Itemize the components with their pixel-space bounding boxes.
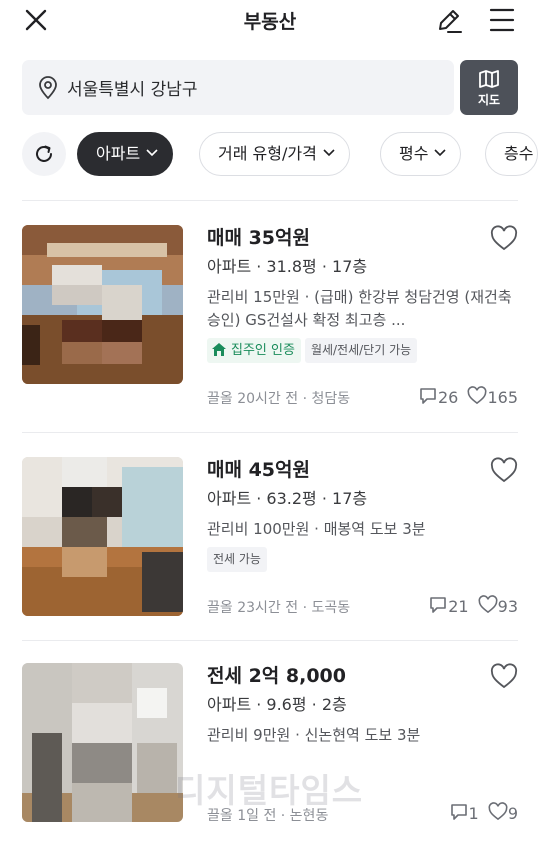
- listing-spec: 아파트 · 31.8평 · 17층: [207, 257, 368, 276]
- map-icon: [479, 70, 499, 88]
- divider: [22, 200, 518, 201]
- owner-verified-badge: 집주인 인증: [207, 338, 301, 363]
- listing-info: 매매 35억원 아파트 · 31.8평 · 17층 관리비 15만원 · (급매…: [207, 225, 518, 364]
- like-count: 165: [487, 388, 518, 407]
- chat-icon: [420, 388, 436, 404]
- chat-count: 1: [468, 804, 479, 823]
- divider: [22, 432, 518, 433]
- home-icon: [212, 343, 226, 356]
- listing-spec: 아파트 · 9.6평 · 2층: [207, 695, 347, 714]
- map-button-label: 지도: [477, 93, 501, 107]
- listing-description: 관리비 15만원 · (급매) 한강뷰 청담건영 (재건축승인) GS건설사 확…: [207, 288, 512, 329]
- chevron-down-icon: [146, 149, 158, 157]
- filter-chip-apartment[interactable]: 아파트: [77, 132, 174, 176]
- listing-item[interactable]: 매매 35억원 아파트 · 31.8평 · 17층 관리비 15만원 · (급매…: [22, 225, 518, 415]
- listing-photo: [22, 457, 183, 616]
- listing-meta: 끌올 23시간 전 · 도곡동: [207, 600, 351, 616]
- listing-description: 관리비 100만원 · 매봉역 도보 3분: [207, 520, 426, 538]
- filter-chip-label: 아파트: [96, 144, 141, 163]
- filter-chip-label: 거래 유형/가격: [218, 144, 317, 163]
- filter-bar: 아파트 거래 유형/가격 평수 층수: [22, 132, 540, 176]
- listing-counts: 26 165: [418, 386, 518, 407]
- heart-icon[interactable]: [490, 457, 518, 485]
- listing-info: 전세 2억 8,000 아파트 · 9.6평 · 2층 관리비 9만원 · 신논…: [207, 663, 518, 747]
- listing-tag: 월세/전세/단기 가능: [304, 338, 418, 363]
- top-bar: 부동산: [0, 0, 540, 46]
- chevron-down-icon: [434, 149, 447, 157]
- divider: [22, 640, 518, 641]
- listing-photo: [22, 663, 183, 822]
- reset-filter-button[interactable]: [22, 132, 66, 176]
- listing-price: 매매 35억원: [207, 227, 310, 249]
- chat-icon: [450, 804, 467, 820]
- listing-price: 전세 2억 8,000: [207, 665, 346, 687]
- search-row: 서울특별시 강남구 지도: [22, 60, 518, 115]
- listing-price: 매매 45억원: [207, 459, 310, 481]
- location-search-field[interactable]: 서울특별시 강남구: [22, 60, 454, 115]
- listing-item[interactable]: 매매 45억원 아파트 · 63.2평 · 17층 관리비 100만원 · 매봉…: [22, 457, 518, 622]
- listing-counts: 1 9: [449, 802, 518, 823]
- filter-chip-floor[interactable]: 층수: [485, 132, 539, 176]
- heart-icon: [468, 386, 487, 405]
- listing-meta: 끌올 20시간 전 · 청담동: [207, 391, 351, 407]
- filter-chip-area[interactable]: 평수: [380, 132, 462, 176]
- location-value: 서울특별시 강남구: [67, 80, 198, 100]
- watermark-text: 디지털타임스: [175, 771, 364, 810]
- filter-chip-label: 평수: [399, 144, 429, 163]
- hamburger-menu-icon[interactable]: [488, 6, 516, 34]
- heart-icon: [488, 802, 508, 821]
- listing-tags: 집주인 인증 월세/전세/단기 가능: [207, 338, 518, 364]
- listing-description: 관리비 9만원 · 신논현역 도보 3분: [207, 726, 421, 744]
- like-count: 9: [507, 804, 518, 823]
- tag-label: 집주인 인증: [231, 343, 295, 358]
- like-count: 93: [497, 597, 518, 616]
- chat-icon: [430, 597, 446, 613]
- listing-info: 매매 45억원 아파트 · 63.2평 · 17층 관리비 100만원 · 매봉…: [207, 457, 518, 573]
- chat-count: 21: [448, 597, 469, 616]
- pencil-icon[interactable]: [434, 5, 464, 35]
- heart-icon: [478, 595, 498, 614]
- heart-icon[interactable]: [490, 663, 518, 691]
- location-pin-icon: [39, 76, 57, 100]
- listing-counts: 21 93: [428, 595, 518, 616]
- refresh-icon: [36, 145, 52, 162]
- chat-count: 26: [438, 388, 459, 407]
- listing-photo: [22, 225, 183, 384]
- listing-tag: 전세 가능: [207, 547, 267, 572]
- listing-spec: 아파트 · 63.2평 · 17층: [207, 489, 368, 508]
- heart-icon[interactable]: [490, 225, 518, 253]
- chevron-down-icon: [323, 149, 335, 157]
- filter-chip-deal-type-price[interactable]: 거래 유형/가격: [199, 132, 350, 176]
- map-button[interactable]: 지도: [460, 60, 518, 115]
- filter-chip-label: 층수: [504, 144, 534, 163]
- listing-tags: 전세 가능: [207, 547, 518, 573]
